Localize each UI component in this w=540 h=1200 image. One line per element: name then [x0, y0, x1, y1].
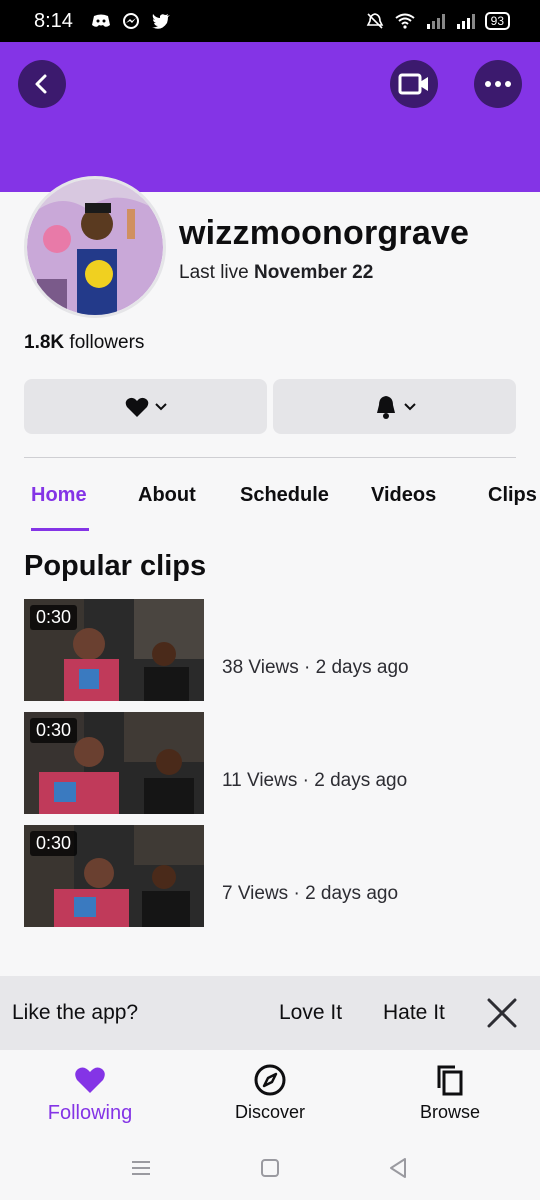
clip-meta: 7 Views · 2 days ago [222, 883, 399, 904]
clip-item[interactable]: 0:30 11 Views · 2 days ago [24, 712, 516, 814]
nav-discover[interactable]: Discover [200, 1062, 340, 1123]
chevron-left-icon [35, 74, 47, 94]
clip-thumbnail[interactable]: 0:30 [24, 825, 204, 927]
recent-apps-icon[interactable] [129, 1156, 153, 1180]
back-nav-icon[interactable] [386, 1156, 410, 1180]
wifi-icon [395, 13, 415, 29]
chevron-down-icon [403, 402, 416, 410]
tab-schedule[interactable]: Schedule [240, 484, 329, 507]
rating-prompt: Like the app? Love It Hate It [0, 976, 540, 1050]
browse-icon [437, 1065, 463, 1096]
tab-home[interactable]: Home [31, 484, 87, 507]
rating-question: Like the app? [12, 1001, 139, 1024]
clip-meta: 11 Views · 2 days ago [222, 770, 408, 791]
clip-thumbnail[interactable]: 0:30 [24, 599, 204, 701]
home-icon[interactable] [258, 1156, 282, 1180]
heart-icon [125, 397, 148, 417]
followers-count: 1.8K followers [24, 332, 144, 354]
nav-following[interactable]: Following [20, 1062, 160, 1125]
clip-item[interactable]: 0:30 38 Views · 2 days ago [24, 599, 516, 701]
clip-duration: 0:30 [30, 605, 78, 630]
signal-icon [426, 14, 445, 29]
more-horizontal-icon [485, 81, 511, 87]
heart-icon [75, 1067, 105, 1093]
system-navigation [0, 1136, 540, 1200]
section-title-popular-clips: Popular clips [24, 550, 207, 582]
signal-icon-2 [456, 14, 475, 29]
back-button[interactable] [18, 60, 66, 108]
mute-bell-icon [366, 13, 383, 29]
twitter-icon [151, 14, 170, 29]
hate-it-button[interactable]: Hate It [383, 1001, 445, 1025]
compass-icon [254, 1064, 286, 1096]
divider [24, 457, 516, 458]
channel-tabs: Home About Schedule Videos Clips [0, 484, 540, 534]
clip-meta: 38 Views · 2 days ago [222, 657, 409, 678]
last-live-prefix: Last live [179, 262, 254, 283]
nav-discover-label: Discover [234, 1102, 305, 1122]
channel-username: wizzmoonorgrave [179, 214, 470, 252]
tab-videos[interactable]: Videos [371, 484, 436, 507]
clip-item[interactable]: 0:30 7 Views · 2 days ago [24, 825, 516, 927]
follow-button[interactable] [24, 379, 267, 434]
clip-thumbnail[interactable]: 0:30 [24, 712, 204, 814]
messenger-icon [122, 13, 139, 29]
video-button[interactable] [390, 60, 438, 108]
tab-clips[interactable]: Clips [488, 484, 537, 507]
chevron-down-icon [154, 402, 167, 410]
status-time: 8:14 [34, 9, 73, 32]
close-icon[interactable] [486, 997, 518, 1029]
avatar[interactable] [24, 176, 166, 318]
notifications-button[interactable] [273, 379, 516, 434]
nav-following-label: Following [47, 1102, 133, 1124]
avatar-image [27, 179, 163, 315]
clip-duration: 0:30 [30, 831, 78, 856]
nav-browse-label: Browse [419, 1102, 481, 1122]
tab-about[interactable]: About [138, 484, 196, 507]
followers-number: 1.8K [24, 332, 65, 353]
clip-duration: 0:30 [30, 718, 78, 743]
bottom-navigation: Following Discover Browse [0, 1050, 540, 1136]
followers-label: followers [64, 332, 145, 353]
video-camera-icon [398, 73, 428, 95]
bell-icon [376, 395, 395, 419]
active-tab-indicator [31, 528, 89, 531]
discord-icon [91, 14, 110, 27]
more-options-button[interactable] [474, 60, 522, 108]
last-live-text: Last live November 22 [179, 262, 373, 284]
status-bar: 8:14 93 [0, 0, 540, 42]
last-live-date: November 22 [253, 262, 374, 283]
love-it-button[interactable]: Love It [279, 1001, 342, 1025]
nav-browse[interactable]: Browse [380, 1062, 520, 1123]
battery-indicator: 93 [484, 12, 510, 30]
channel-banner [0, 42, 540, 192]
